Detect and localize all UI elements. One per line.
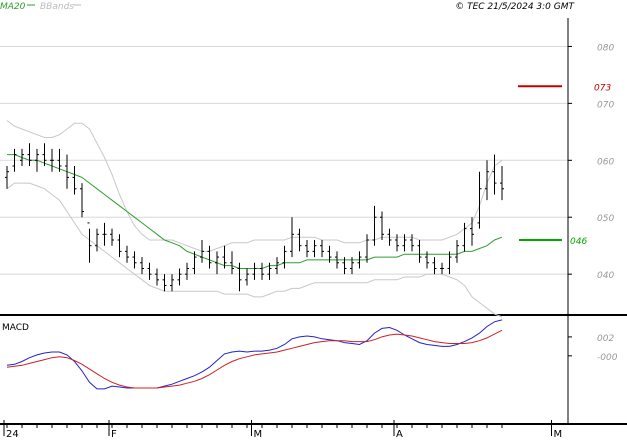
price-y-tick-label: 060 (597, 157, 614, 167)
ohlc-bar (237, 262, 242, 292)
ohlc-bar (260, 262, 264, 280)
ohlc-bar (432, 257, 437, 275)
ohlc-bar (27, 143, 32, 166)
legend-ma20: MA20 (0, 2, 26, 12)
bband-lower-line (6, 182, 503, 318)
ohlc-bar (282, 245, 287, 269)
macd-panel: MACD 002 -000 (0, 319, 627, 425)
legend-bbands: BBands (40, 2, 74, 12)
ohlc-bar (80, 183, 84, 218)
macd-signal-line (6, 329, 503, 389)
bband-upper-line (6, 120, 503, 252)
stock-chart: 040050060070080073046 MACD002-000 24 F M A M… (0, 2, 627, 440)
ohlc-bar (417, 240, 422, 263)
x-tick-label: F (111, 429, 117, 440)
price-y-tick-label: 070 (597, 100, 614, 110)
ohlc-bar (170, 274, 174, 292)
ohlc-bar (140, 257, 144, 275)
ohlc-bar (177, 268, 182, 286)
macd-title: MACD (2, 323, 29, 333)
level-label-046: 046 (570, 237, 587, 247)
ohlc-bar (380, 211, 384, 240)
ma20-line (7, 154, 503, 269)
level-label-073: 073 (594, 83, 611, 93)
ohlc-bar (185, 262, 189, 280)
ohlc-bar (162, 274, 167, 292)
x-tick-label: 24 (6, 429, 19, 440)
ohlc-bar (440, 262, 444, 275)
ohlc-bar (447, 251, 452, 275)
macd-y-tick-label: 002 (597, 334, 614, 344)
chart-header: MA20 BBands © TEC 21/5/2024 3:0 GMT (0, 2, 576, 12)
ohlc-bar (50, 148, 54, 172)
x-tick-label: M (554, 429, 563, 440)
ohlc-bar (87, 222, 92, 263)
ohlc-bar (102, 222, 107, 246)
ohlc-bar (297, 228, 302, 252)
ohlc-bar (5, 166, 9, 189)
ohlc-bar (500, 166, 504, 201)
ohlc-bar (110, 228, 114, 246)
ohlc-bar (125, 245, 129, 263)
x-tick-label: A (396, 429, 403, 440)
ohlc-bar (252, 262, 257, 280)
ohlc-bar (132, 251, 137, 269)
ohlc-bar (207, 245, 212, 269)
ohlc-bar (245, 268, 249, 286)
price-y-tick-label: 050 (597, 214, 614, 224)
ohlc-bar (72, 166, 77, 195)
ohlc-bar (95, 228, 99, 252)
price-y-tick-label: 080 (597, 43, 614, 53)
copyright-label: © TEC 21/5/2024 3:0 GMT (455, 2, 575, 12)
ohlc-bar (230, 251, 234, 275)
ohlc-bar (155, 268, 159, 286)
ohlc-bar (215, 251, 219, 275)
price-panel: 040 050 060 070 080 073 046 (0, 18, 627, 424)
x-tick-label: M (254, 429, 263, 440)
price-y-tick-label: 040 (597, 271, 614, 281)
ohlc-bar (312, 240, 317, 258)
ohlc-bar (320, 240, 324, 258)
ohlc-bar (470, 217, 474, 246)
ohlc-bar (455, 240, 459, 263)
ohlc-bar (147, 262, 152, 280)
macd-y-tick-label: -000 (597, 353, 618, 363)
ohlc-bar (305, 240, 309, 258)
ohlc-bar (365, 234, 369, 263)
ohlc-bar (117, 234, 122, 258)
